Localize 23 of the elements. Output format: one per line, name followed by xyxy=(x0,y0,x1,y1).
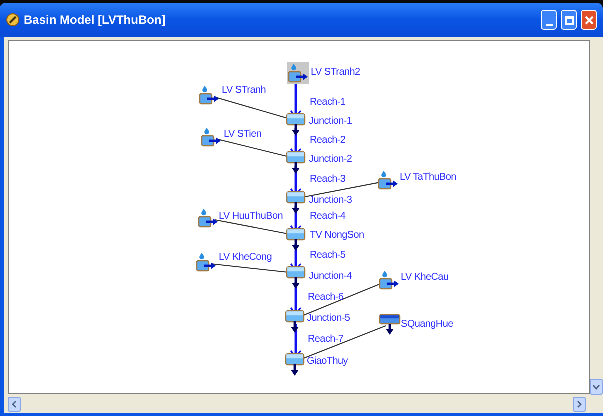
element-label: LV STranh xyxy=(222,85,266,97)
element-label: GiaoThuy xyxy=(307,356,348,368)
element-label: LV KheCau xyxy=(401,272,449,284)
reach-label: Reach-7 xyxy=(308,334,344,346)
element-label: LV STranh2 xyxy=(311,67,360,79)
element-label: LV TaThuBon xyxy=(400,172,456,184)
element-label: LV STien xyxy=(224,129,262,141)
reach-label: Reach-4 xyxy=(310,211,346,223)
element-label: Junction-2 xyxy=(309,154,352,166)
reach-label: Reach-2 xyxy=(310,135,346,147)
element-label: Junction-3 xyxy=(309,195,352,207)
reach-label: Reach-1 xyxy=(310,97,346,109)
reach-label: Reach-6 xyxy=(308,292,344,304)
element-label: Junction-5 xyxy=(307,313,350,325)
reach-label: Reach-3 xyxy=(310,174,346,186)
element-label: SQuangHue xyxy=(401,319,454,331)
element-label: Junction-1 xyxy=(309,116,352,128)
element-label: LV HuuThuBon xyxy=(219,211,284,223)
element-label: LV KheCong xyxy=(219,252,272,264)
reach-label: Reach-5 xyxy=(310,250,346,262)
window-title: Basin Model [LVThuBon] xyxy=(24,12,167,29)
element-label: Junction-4 xyxy=(309,271,352,283)
element-label: TV NongSon xyxy=(310,230,364,242)
